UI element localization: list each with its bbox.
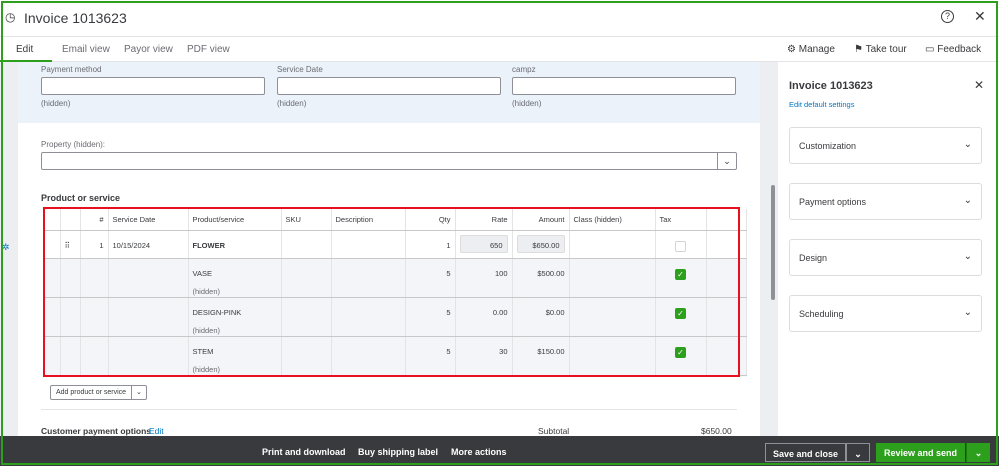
review-and-send-button[interactable]: Review and send: [876, 443, 965, 462]
close-icon[interactable]: ✕: [974, 78, 984, 92]
section-title: Product or service: [41, 193, 121, 203]
feedback-icon: ▭: [925, 44, 935, 55]
chevron-down-icon: ⌄: [963, 251, 972, 262]
scrollbar[interactable]: [771, 185, 775, 300]
payment-method-input[interactable]: [41, 77, 265, 95]
tab-email-view[interactable]: Email view: [62, 44, 110, 55]
hidden-note: (hidden): [41, 99, 71, 108]
invoice-form: Payment method (hidden) Service Date (hi…: [18, 62, 760, 436]
history-icon[interactable]: ◷: [5, 10, 15, 24]
shipping-label-button[interactable]: Buy shipping label: [358, 447, 438, 457]
payment-method-label: Payment method: [41, 65, 102, 74]
accordion-customization[interactable]: Customization ⌄: [789, 127, 982, 164]
payment-options-label: Customer payment options: [41, 426, 152, 436]
edit-link[interactable]: Edit: [149, 426, 164, 436]
divider: [41, 409, 737, 410]
settings-icon[interactable]: ✲: [2, 242, 10, 253]
tour-icon: ⚑: [854, 44, 863, 55]
header: ◷ Invoice 1013623 ? ✕: [0, 0, 999, 37]
settings-panel: Invoice 1013623 ✕ Edit default settings …: [778, 62, 999, 436]
save-and-close-button[interactable]: Save and close: [765, 443, 846, 462]
edit-default-settings-link[interactable]: Edit default settings: [789, 100, 854, 109]
accordion-label: Scheduling: [799, 309, 844, 319]
add-product-button[interactable]: Add product or service ⌄: [50, 385, 147, 400]
page-title: Invoice 1013623: [24, 10, 127, 26]
hidden-note: (hidden): [277, 99, 307, 108]
service-date-input[interactable]: [277, 77, 501, 95]
send-options-chevron-icon[interactable]: ⌄: [966, 443, 990, 462]
chevron-down-icon: ⌄: [963, 307, 972, 318]
save-options-chevron-icon[interactable]: ⌄: [846, 443, 870, 462]
property-label: Property (hidden):: [41, 140, 106, 149]
accordion-label: Design: [799, 253, 828, 263]
feedback-button[interactable]: ▭ Feedback: [925, 44, 981, 55]
campz-input[interactable]: [512, 77, 736, 95]
accordion-design[interactable]: Design ⌄: [789, 239, 982, 276]
tab-edit[interactable]: Edit: [16, 44, 33, 55]
accordion-payment-options[interactable]: Payment options ⌄: [789, 183, 982, 220]
take-tour-button[interactable]: ⚑ Take tour: [854, 44, 907, 55]
help-icon[interactable]: ?: [941, 10, 954, 23]
property-select[interactable]: ⌄: [41, 152, 737, 170]
close-icon[interactable]: ✕: [974, 8, 986, 25]
accordion-label: Customization: [799, 141, 857, 151]
service-date-label: Service Date: [277, 65, 323, 74]
print-download-button[interactable]: Print and download: [262, 447, 346, 457]
add-product-label[interactable]: Add product or service: [51, 386, 131, 399]
subtotal-value: $650.00: [701, 426, 732, 436]
chevron-down-icon: ⌄: [963, 139, 972, 150]
panel-title: Invoice 1013623: [789, 80, 873, 92]
chevron-down-icon[interactable]: ⌄: [717, 153, 736, 169]
manage-button[interactable]: ⚙ Manage: [787, 44, 835, 55]
accordion-scheduling[interactable]: Scheduling ⌄: [789, 295, 982, 332]
tab-pdf-view[interactable]: PDF view: [187, 44, 230, 55]
chevron-down-icon[interactable]: ⌄: [131, 386, 146, 399]
subtotal-label: Subtotal: [538, 426, 570, 436]
scroll-track: [760, 62, 778, 436]
chevron-down-icon: ⌄: [963, 195, 972, 206]
left-gutter: ✲: [0, 62, 18, 436]
view-tabs: Edit Email view Payor view PDF view: [0, 37, 999, 62]
tab-payor-view[interactable]: Payor view: [124, 44, 173, 55]
accordion-label: Payment options: [799, 197, 867, 207]
campz-label: campz: [512, 65, 536, 74]
hidden-note: (hidden): [512, 99, 542, 108]
more-actions-button[interactable]: More actions: [451, 447, 507, 457]
gear-icon: ⚙: [787, 44, 796, 55]
highlight-box: [43, 207, 740, 377]
